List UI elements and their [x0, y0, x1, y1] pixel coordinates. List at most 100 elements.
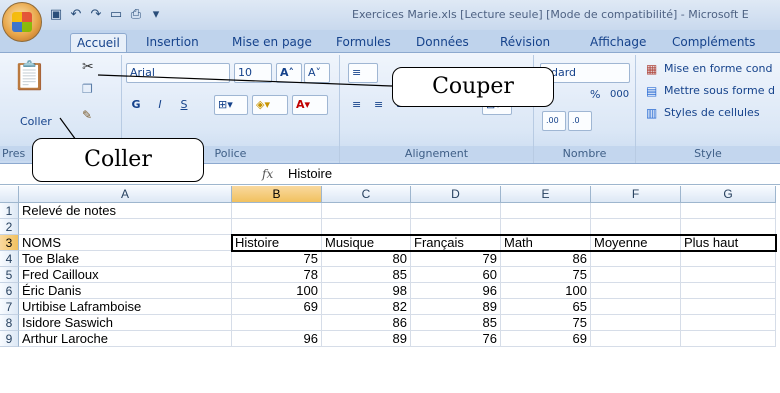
cell-c6[interactable]: 98 [322, 283, 411, 299]
undo-icon[interactable]: ↶ [68, 7, 84, 23]
column-header-f[interactable]: F [591, 186, 681, 203]
cell-g7[interactable] [681, 299, 776, 315]
format-painter-icon[interactable]: ✎ [82, 107, 92, 123]
cell-f4[interactable] [591, 251, 681, 267]
cell-g9[interactable] [681, 331, 776, 347]
cell-a7[interactable]: Urtibise Laframboise [19, 299, 232, 315]
cell-a8[interactable]: Isidore Saswich [19, 315, 232, 331]
cell-a6[interactable]: Éric Danis [19, 283, 232, 299]
cell-g5[interactable] [681, 267, 776, 283]
cell-d1[interactable] [411, 203, 501, 219]
cell-e7[interactable]: 65 [501, 299, 591, 315]
cell-g6[interactable] [681, 283, 776, 299]
cell-b4[interactable]: 75 [232, 251, 322, 267]
conditional-format-button[interactable]: Mise en forme cond [664, 62, 772, 75]
thousands-button[interactable]: 000 [606, 85, 632, 105]
cell-d8[interactable]: 85 [411, 315, 501, 331]
underline-button[interactable]: S [174, 95, 194, 115]
cell-d2[interactable] [411, 219, 501, 235]
cell-c9[interactable]: 89 [322, 331, 411, 347]
cell-f2[interactable] [591, 219, 681, 235]
column-header-e[interactable]: E [501, 186, 591, 203]
grow-font-button[interactable]: A˄ [276, 63, 302, 83]
row-header-8[interactable]: 8 [0, 315, 19, 331]
cell-c2[interactable] [322, 219, 411, 235]
redo-icon[interactable]: ↷ [88, 7, 104, 23]
cell-g4[interactable] [681, 251, 776, 267]
cell-b5[interactable]: 78 [232, 267, 322, 283]
format-as-table-button[interactable]: Mettre sous forme d [664, 84, 775, 97]
cell-f8[interactable] [591, 315, 681, 331]
cell-c5[interactable]: 85 [322, 267, 411, 283]
cell-d7[interactable]: 89 [411, 299, 501, 315]
cell-b6[interactable]: 100 [232, 283, 322, 299]
decrease-decimal-button[interactable]: .0 [568, 111, 592, 131]
bold-button[interactable]: G [126, 95, 146, 115]
cell-a5[interactable]: Fred Cailloux [19, 267, 232, 283]
row-header-6[interactable]: 6 [0, 283, 19, 299]
font-size-select[interactable]: 10 [234, 63, 272, 83]
cell-a9[interactable]: Arthur Laroche [19, 331, 232, 347]
cell-f6[interactable] [591, 283, 681, 299]
column-header-d[interactable]: D [411, 186, 501, 203]
save-icon[interactable]: ▣ [48, 7, 64, 23]
cell-b1[interactable] [232, 203, 322, 219]
print-preview-icon[interactable]: ⎙ [128, 7, 144, 23]
tab-accueil[interactable]: Accueil [70, 33, 127, 52]
row-header-3[interactable]: 3 [0, 235, 19, 251]
increase-decimal-button[interactable]: .00 [542, 111, 566, 131]
cell-f3[interactable]: Moyenne [591, 235, 681, 251]
cell-g3[interactable]: Plus haut [681, 235, 776, 251]
cell-d3[interactable]: Français [411, 235, 501, 251]
customize-qat-icon[interactable]: ▾ [148, 7, 164, 23]
cell-c4[interactable]: 80 [322, 251, 411, 267]
cell-b7[interactable]: 69 [232, 299, 322, 315]
tab-donnees[interactable]: Données [410, 33, 475, 52]
cell-e8[interactable]: 75 [501, 315, 591, 331]
cell-f5[interactable] [591, 267, 681, 283]
row-header-2[interactable]: 2 [0, 219, 19, 235]
cell-f9[interactable] [591, 331, 681, 347]
row-header-7[interactable]: 7 [0, 299, 19, 315]
cell-c8[interactable]: 86 [322, 315, 411, 331]
borders-button[interactable]: ⊞▾ [214, 95, 248, 115]
cell-b9[interactable]: 96 [232, 331, 322, 347]
tab-affichage[interactable]: Affichage [584, 33, 652, 52]
cell-c7[interactable]: 82 [322, 299, 411, 315]
cell-a1[interactable]: Relevé de notes [19, 203, 232, 219]
cell-b3[interactable]: Histoire [232, 235, 322, 251]
open-folder-icon[interactable]: ▭ [108, 7, 124, 23]
office-button[interactable] [2, 2, 42, 42]
cell-e6[interactable]: 100 [501, 283, 591, 299]
tab-insertion[interactable]: Insertion [140, 33, 205, 52]
column-header-b[interactable]: B [232, 186, 322, 203]
align-left-button[interactable]: ≡ [348, 95, 368, 115]
row-header-1[interactable]: 1 [0, 203, 19, 219]
function-icon[interactable]: fx [262, 167, 273, 181]
cell-a3[interactable]: NOMS [19, 235, 232, 251]
tab-formules[interactable]: Formules [330, 33, 397, 52]
copy-icon[interactable]: ❐ [82, 81, 93, 97]
cell-a4[interactable]: Toe Blake [19, 251, 232, 267]
row-header-4[interactable]: 4 [0, 251, 19, 267]
select-all-corner[interactable] [0, 186, 19, 203]
column-header-a[interactable]: A [19, 186, 232, 203]
cell-b2[interactable] [232, 219, 322, 235]
cell-e3[interactable]: Math [501, 235, 591, 251]
column-header-g[interactable]: G [681, 186, 776, 203]
cell-e5[interactable]: 75 [501, 267, 591, 283]
cell-d4[interactable]: 79 [411, 251, 501, 267]
row-header-9[interactable]: 9 [0, 331, 19, 347]
paste-button-label[interactable]: Coller [20, 115, 52, 128]
tab-mise-en-page[interactable]: Mise en page [226, 33, 318, 52]
cell-c1[interactable] [322, 203, 411, 219]
column-header-c[interactable]: C [322, 186, 411, 203]
cell-c3[interactable]: Musique [322, 235, 411, 251]
italic-button[interactable]: I [150, 95, 170, 115]
cell-e1[interactable] [501, 203, 591, 219]
cell-d9[interactable]: 76 [411, 331, 501, 347]
cell-d5[interactable]: 60 [411, 267, 501, 283]
font-color-button[interactable]: A▾ [292, 95, 328, 115]
cell-a2[interactable] [19, 219, 232, 235]
align-top-button[interactable]: ≡ [348, 63, 378, 83]
